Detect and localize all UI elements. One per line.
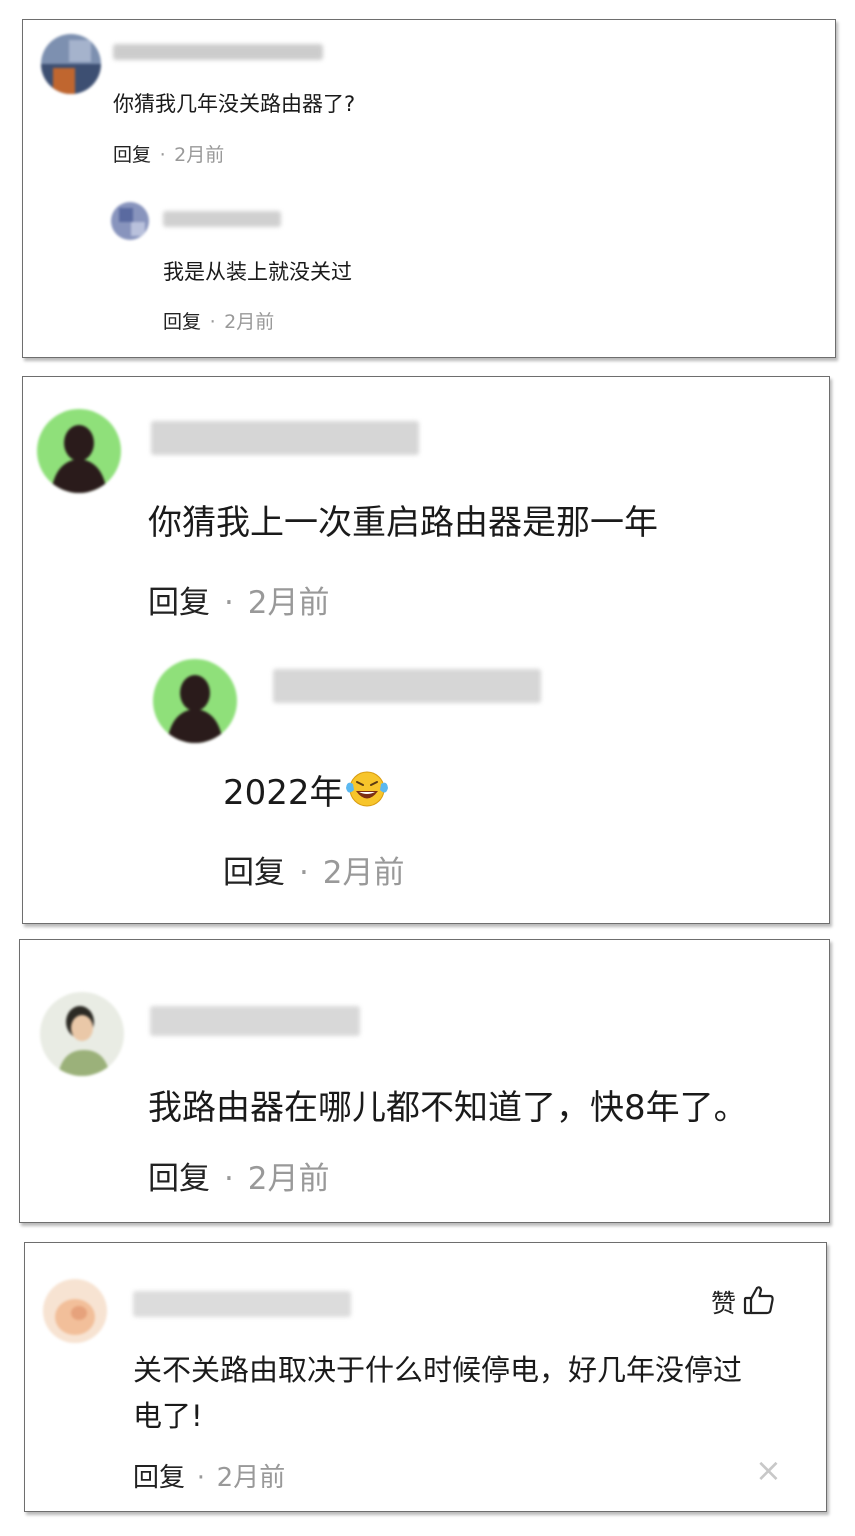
- crying-laughing-emoji-icon: [344, 768, 390, 817]
- reply-button[interactable]: 回复: [148, 1161, 210, 1197]
- timestamp: 2月前: [174, 144, 225, 166]
- like-label: 赞: [711, 1289, 737, 1318]
- reply-button[interactable]: 回复: [133, 1463, 185, 1493]
- timestamp: 2月前: [224, 311, 275, 333]
- avatar[interactable]: [37, 409, 121, 493]
- reply-username-blurred[interactable]: [163, 211, 281, 227]
- meta-dot: ·: [196, 1463, 205, 1493]
- username-blurred[interactable]: [113, 44, 323, 60]
- username-blurred[interactable]: [133, 1291, 351, 1317]
- reply-button[interactable]: 回复: [223, 855, 285, 891]
- reply-button[interactable]: 回复: [148, 585, 210, 621]
- reply-button[interactable]: 回复: [163, 311, 201, 333]
- meta-dot: ·: [298, 855, 309, 891]
- comment-card-4: 赞 关不关路由取决于什么时候停电，好几年没停过 电了! 回复 · 2月前 ×: [24, 1242, 827, 1512]
- comment-card-2: 你猜我上一次重启路由器是那一年 回复 · 2月前 2022年 回复 · 2月前: [22, 376, 830, 924]
- timestamp: 2月前: [216, 1463, 286, 1493]
- close-icon[interactable]: ×: [755, 1451, 782, 1489]
- comment-meta: 回复 · 2月前: [148, 577, 329, 622]
- meta-dot: ·: [223, 1161, 234, 1197]
- comment-text: 你猜我几年没关路由器了?: [113, 92, 356, 116]
- meta-dot: ·: [223, 585, 234, 621]
- avatar[interactable]: [41, 34, 101, 94]
- avatar[interactable]: [43, 1279, 107, 1343]
- reply-text: 我是从装上就没关过: [163, 260, 352, 284]
- meta-dot: ·: [159, 144, 166, 166]
- reply-avatar[interactable]: [111, 202, 149, 240]
- thumbs-up-icon: [742, 1283, 776, 1321]
- username-blurred[interactable]: [151, 421, 419, 455]
- comment-meta: 回复 · 2月前: [133, 1457, 285, 1494]
- reply-username-blurred[interactable]: [273, 669, 541, 703]
- like-button[interactable]: 赞: [711, 1283, 776, 1321]
- comment-card-3: 我路由器在哪儿都不知道了，快8年了。 回复 · 2月前: [19, 939, 830, 1223]
- avatar[interactable]: [40, 992, 124, 1076]
- reply-meta: 回复 · 2月前: [163, 307, 274, 334]
- timestamp: 2月前: [322, 855, 405, 891]
- meta-dot: ·: [209, 311, 216, 333]
- comment-text-line2: 电了!: [133, 1399, 203, 1433]
- comment-card-1: 你猜我几年没关路由器了? 回复 · 2月前 我是从装上就没关过 回复 · 2月前: [22, 19, 836, 358]
- reply-text: 2022年: [223, 765, 390, 817]
- timestamp: 2月前: [247, 1161, 330, 1197]
- comment-meta: 回复 · 2月前: [113, 140, 224, 167]
- reply-button[interactable]: 回复: [113, 144, 151, 166]
- comment-text: 你猜我上一次重启路由器是那一年: [148, 503, 658, 543]
- reply-text-content: 2022年: [223, 773, 344, 813]
- comment-text: 我路由器在哪儿都不知道了，快8年了。: [148, 1088, 748, 1128]
- reply-meta: 回复 · 2月前: [223, 847, 404, 892]
- comment-text-line1: 关不关路由取决于什么时候停电，好几年没停过: [133, 1353, 743, 1387]
- reply-avatar[interactable]: [153, 659, 237, 743]
- timestamp: 2月前: [247, 585, 330, 621]
- username-blurred[interactable]: [150, 1006, 360, 1036]
- comment-meta: 回复 · 2月前: [148, 1153, 329, 1198]
